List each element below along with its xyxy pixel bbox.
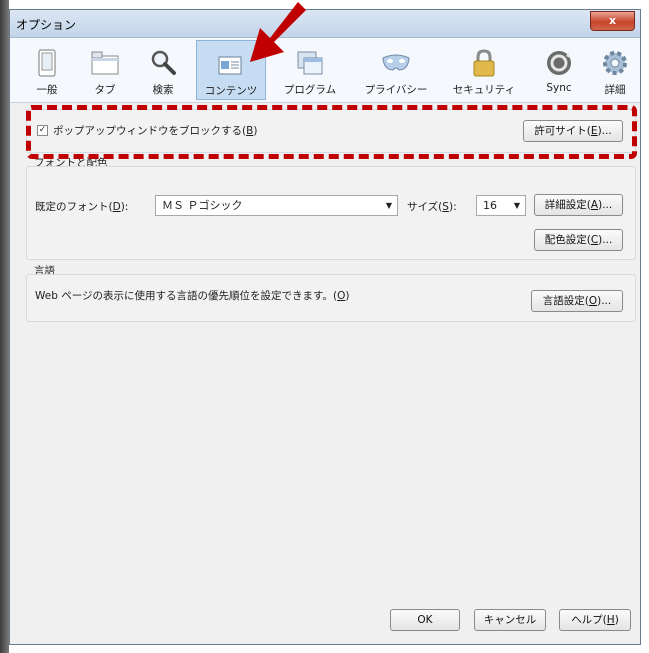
tab-security[interactable]: セキュリティ xyxy=(447,40,521,100)
tab-label: セキュリティ xyxy=(452,84,516,96)
tab-icon xyxy=(91,51,119,75)
gear-icon xyxy=(603,51,627,75)
font-size-value: 16 xyxy=(483,199,497,212)
general-icon xyxy=(38,49,56,77)
annotation-highlight-box xyxy=(26,105,637,159)
languages-group: Web ページの表示に使用する言語の優先順位を設定できます。(O) 言語設定(O… xyxy=(26,274,636,322)
tab-label: Sync xyxy=(546,82,572,94)
search-icon xyxy=(151,50,176,75)
dropdown-arrow-icon: ▼ xyxy=(513,201,520,210)
ok-button[interactable]: OK xyxy=(390,609,460,631)
advanced-fonts-button[interactable]: 詳細設定(A)... xyxy=(534,194,623,216)
close-button[interactable]: x xyxy=(590,11,635,31)
tab-search[interactable]: 検索 xyxy=(141,40,185,100)
tab-privacy[interactable]: プライバシー xyxy=(355,40,437,100)
sync-icon xyxy=(547,51,571,75)
tab-label: コンテンツ xyxy=(204,85,258,97)
annotation-arrow-icon xyxy=(250,2,306,62)
font-size-select[interactable]: 16 ▼ xyxy=(476,195,526,216)
choose-languages-button[interactable]: 言語設定(O)... xyxy=(531,290,623,312)
title-bar: オプション x xyxy=(10,10,640,38)
tab-tabs[interactable]: タブ xyxy=(83,40,127,100)
default-font-label: 既定のフォント(D): xyxy=(35,201,129,213)
colors-button[interactable]: 配色設定(C)... xyxy=(534,229,623,251)
default-font-value: ＭＳ Ｐゴシック xyxy=(162,199,243,212)
window-title: オプション xyxy=(16,18,77,32)
dropdown-arrow-icon: ▼ xyxy=(385,201,392,210)
tab-label: プライバシー xyxy=(364,84,428,96)
background-window-edge xyxy=(0,0,9,653)
tab-label: プログラム xyxy=(283,84,337,96)
languages-description: Web ページの表示に使用する言語の優先順位を設定できます。(O) xyxy=(35,290,350,302)
cancel-button[interactable]: キャンセル xyxy=(474,609,546,631)
fonts-group: 既定のフォント(D): ＭＳ Ｐゴシック ▼ サイズ(S): 16 ▼ 詳細設定… xyxy=(26,166,636,260)
help-button[interactable]: ヘルプ(H) xyxy=(559,609,631,631)
privacy-mask-icon xyxy=(382,54,410,71)
tab-label: 検索 xyxy=(152,84,174,96)
default-font-select[interactable]: ＭＳ Ｐゴシック ▼ xyxy=(155,195,398,216)
tab-advanced[interactable]: 詳細 xyxy=(594,40,636,100)
tab-label: 一般 xyxy=(36,84,58,96)
tab-sync[interactable]: Sync xyxy=(537,40,581,100)
tab-general[interactable]: 一般 xyxy=(26,40,68,100)
tab-label: 詳細 xyxy=(604,84,626,96)
tab-label: タブ xyxy=(94,84,116,96)
lock-icon xyxy=(473,49,495,77)
pane-toolbar: 一般 タブ 検索 コンテンツ プログラム プライバシー セキュリティ Sync … xyxy=(10,38,640,103)
size-label: サイズ(S): xyxy=(407,201,457,213)
